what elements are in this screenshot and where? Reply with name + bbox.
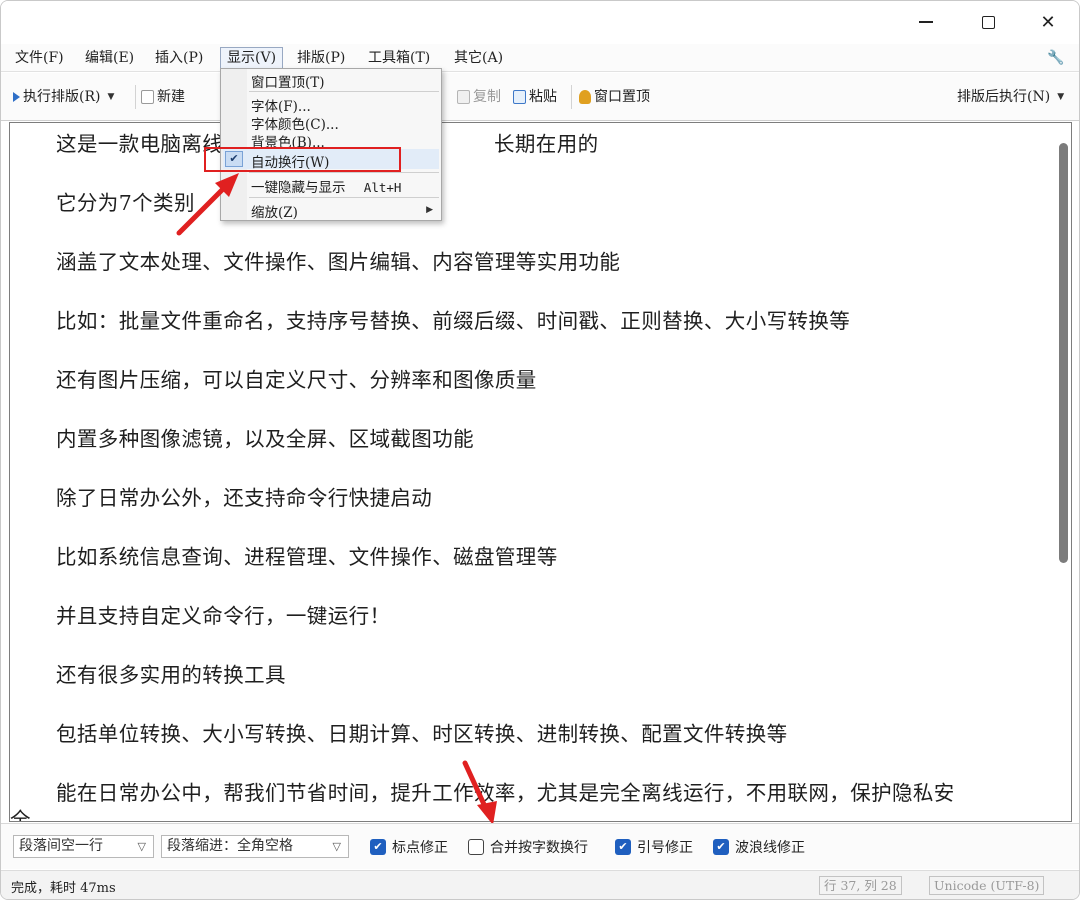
tilde-fix-checkbox[interactable]: ✔ 波浪线修正 xyxy=(713,837,805,857)
paragraph: 还有图片压缩，可以自定义尺寸、分辨率和图像质量 xyxy=(56,368,537,392)
paragraph-spacing-select[interactable]: 段落间空一行 ▽ xyxy=(13,835,154,858)
paragraph: 除了日常办公外，还支持命令行快捷启动 xyxy=(56,486,433,510)
status-message: 完成，耗时 47ms xyxy=(11,881,116,896)
vertical-scrollbar[interactable] xyxy=(1059,143,1068,563)
menu-separator xyxy=(249,91,439,92)
paragraph: 还有很多实用的转换工具 xyxy=(56,663,286,687)
minimize-icon xyxy=(919,21,933,23)
toolbar-separator xyxy=(135,85,136,109)
toggle-hide-shortcut: Alt+H xyxy=(363,180,402,195)
play-icon xyxy=(13,92,20,102)
menu-insert[interactable]: 插入(P) xyxy=(149,47,209,69)
toolbar: 执行排版(R) ▼ 新建 复制 粘贴 窗口置顶 排版后执行(N) ▼ xyxy=(1,73,1079,121)
paragraph-spacing-value: 段落间空一行 xyxy=(19,838,103,854)
tilde-fix-label: 波浪线修正 xyxy=(735,840,805,856)
menu-toolbox[interactable]: 工具箱(T) xyxy=(362,47,436,69)
menu-item-font[interactable]: 字体(F)... xyxy=(251,95,311,115)
paragraph-indent-select[interactable]: 段落缩进：全角空格 ▽ xyxy=(161,835,349,858)
app-window: ✕ 文件(F) 编辑(E) 插入(P) 显示(V) 排版(P) 工具箱(T) 其… xyxy=(0,0,1080,900)
paragraph-wrap-tail: 全。 xyxy=(10,808,52,822)
menu-item-zoom[interactable]: 缩放(Z) xyxy=(251,201,298,221)
quote-fix-label: 引号修正 xyxy=(637,840,693,856)
chevron-down-icon: ▽ xyxy=(137,840,146,853)
chevron-down-icon: ▽ xyxy=(332,840,341,853)
chevron-down-icon[interactable]: ▼ xyxy=(107,86,114,108)
pin-window-label: 窗口置顶 xyxy=(594,89,650,105)
pin-icon xyxy=(579,90,591,104)
run-format-button[interactable]: 执行排版(R) ▼ xyxy=(13,86,114,108)
toolbar-separator xyxy=(571,85,572,109)
annotation-arrow xyxy=(176,173,239,236)
paragraph-fragment: 长期在用的 xyxy=(494,132,599,156)
wrench-icon[interactable]: 🔧 xyxy=(1047,50,1064,66)
paragraph: 涵盖了文本处理、文件操作、图片编辑、内容管理等实用功能 xyxy=(56,250,621,274)
copy-icon xyxy=(457,90,470,104)
menu-item-pin-window[interactable]: 窗口置顶(T) xyxy=(251,71,325,91)
paste-label: 粘贴 xyxy=(529,89,557,105)
menu-other[interactable]: 其它(A) xyxy=(448,47,509,69)
menu-display[interactable]: 显示(V) xyxy=(220,47,284,69)
checkbox-unchecked-icon xyxy=(468,839,484,855)
pin-window-button[interactable]: 窗口置顶 xyxy=(579,86,650,108)
paragraph: 包括单位转换、大小写转换、日期计算、时区转换、进制转换、配置文件转换等 xyxy=(56,722,788,746)
menu-item-toggle-hide[interactable]: 一键隐藏与显示 Alt+H xyxy=(251,176,401,196)
status-bar: 完成，耗时 47ms 行 37, 列 28 Unicode (UTF-8) xyxy=(1,870,1079,899)
paragraph-indent-value: 段落缩进：全角空格 xyxy=(167,838,293,854)
title-bar: ✕ xyxy=(1,1,1079,43)
punct-fix-checkbox[interactable]: ✔ 标点修正 xyxy=(370,837,448,857)
close-icon: ✕ xyxy=(1040,11,1056,33)
menu-edit[interactable]: 编辑(E) xyxy=(79,47,140,69)
after-format-run-label: 排版后执行(N) xyxy=(957,89,1051,105)
checkbox-checked-icon: ✔ xyxy=(370,839,386,855)
encoding-indicator: Unicode (UTF-8) xyxy=(929,876,1045,895)
paragraph: 内置多种图像滤镜，以及全屏、区域截图功能 xyxy=(56,427,474,451)
new-button[interactable]: 新建 xyxy=(141,86,185,108)
run-format-label: 执行排版(R) xyxy=(23,89,101,105)
display-menu-popup: 窗口置顶(T) 字体(F)... 字体颜色(C)... 背景色(B)... ✔ … xyxy=(220,68,442,221)
copy-button[interactable]: 复制 xyxy=(457,86,501,108)
maximize-icon xyxy=(981,15,995,29)
paragraph: 并且支持自定义命令行，一键运行！ xyxy=(56,604,391,628)
annotation-arrow xyxy=(462,760,497,825)
checkbox-checked-icon: ✔ xyxy=(713,839,729,855)
paragraph: 比如系统信息查询、进程管理、文件操作、磁盘管理等 xyxy=(56,545,558,569)
minimize-button[interactable] xyxy=(895,1,957,43)
menu-layout[interactable]: 排版(P) xyxy=(291,47,351,69)
paragraph: 这是一款电脑离线 xyxy=(56,132,224,156)
close-button[interactable]: ✕ xyxy=(1017,1,1079,43)
cursor-position: 行 37, 列 28 xyxy=(819,876,902,895)
merge-wrap-checkbox[interactable]: 合并按字数换行 xyxy=(468,837,588,857)
menu-item-font-color[interactable]: 字体颜色(C)... xyxy=(251,113,339,133)
chevron-down-icon: ▼ xyxy=(1057,92,1065,102)
new-document-icon xyxy=(141,90,154,104)
copy-label: 复制 xyxy=(473,89,501,105)
paste-button[interactable]: 粘贴 xyxy=(513,86,557,108)
text-editor[interactable]: 这是一款电脑离线 长期在用的 它分为7个类别 涵盖了文本处理、文件操作、图片编辑… xyxy=(9,122,1072,822)
new-label: 新建 xyxy=(157,89,185,105)
menu-separator xyxy=(249,172,439,173)
paste-icon xyxy=(513,90,526,104)
after-format-run-button[interactable]: 排版后执行(N) ▼ xyxy=(957,86,1064,108)
checkbox-checked-icon: ✔ xyxy=(615,839,631,855)
punct-fix-label: 标点修正 xyxy=(392,840,448,856)
submenu-arrow-icon: ▶ xyxy=(426,205,433,215)
menu-bar: 文件(F) 编辑(E) 插入(P) 显示(V) 排版(P) 工具箱(T) 其它(… xyxy=(1,44,1079,72)
menu-separator xyxy=(249,197,439,198)
merge-wrap-label: 合并按字数换行 xyxy=(490,840,588,856)
paragraph: 比如：批量文件重命名，支持序号替换、前缀后缀、时间戳、正则替换、大小写转换等 xyxy=(56,309,851,333)
menu-file[interactable]: 文件(F) xyxy=(9,47,70,69)
toggle-hide-label: 一键隐藏与显示 xyxy=(251,180,346,196)
options-bar: 段落间空一行 ▽ 段落缩进：全角空格 ▽ ✔ 标点修正 合并按字数换行 ✔ 引号… xyxy=(1,823,1079,869)
maximize-button[interactable] xyxy=(957,1,1019,43)
quote-fix-checkbox[interactable]: ✔ 引号修正 xyxy=(615,837,693,857)
